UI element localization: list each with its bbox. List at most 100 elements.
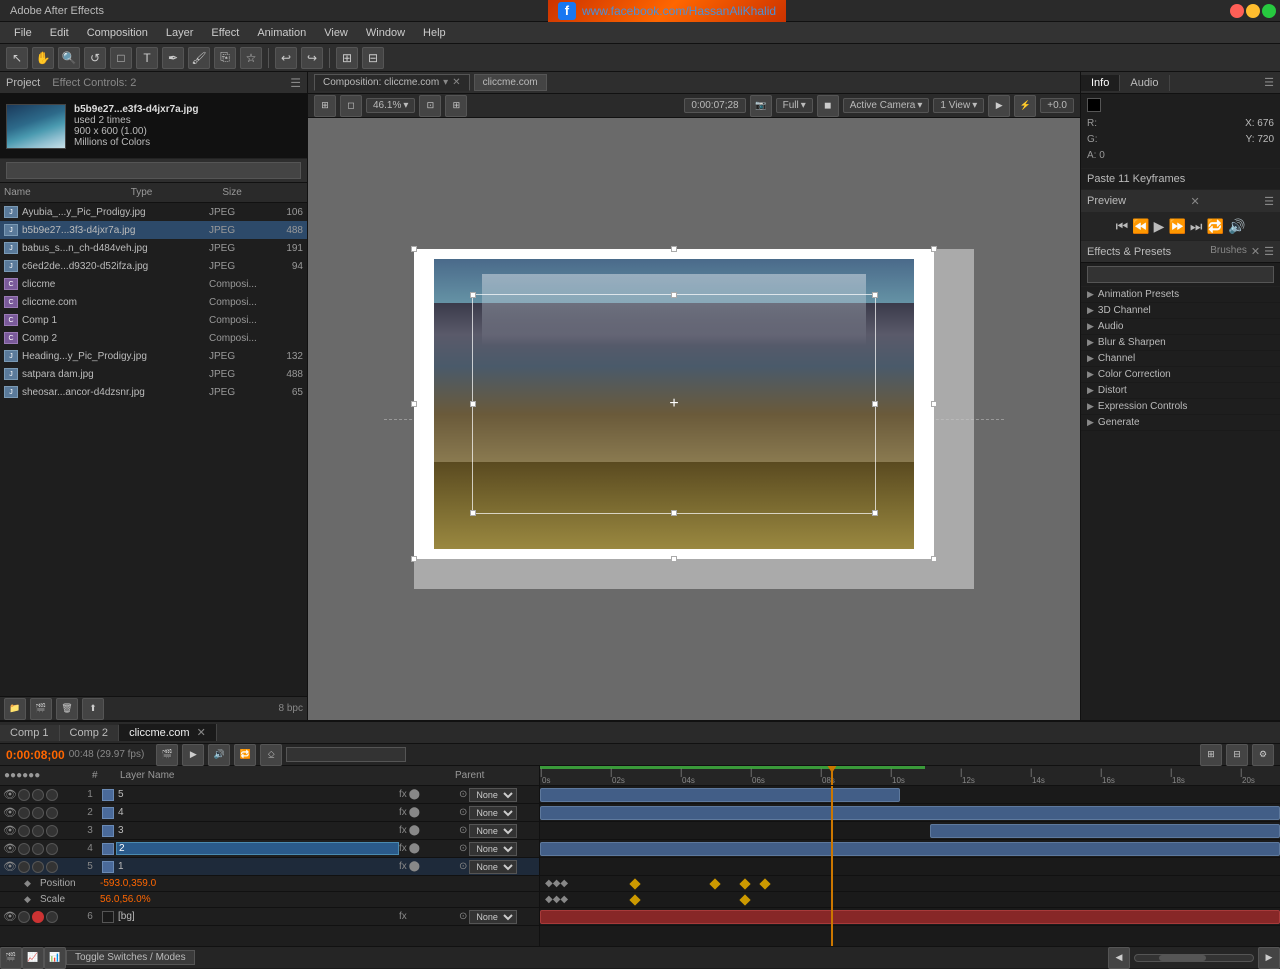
- audio-btn[interactable]: 🔊: [1228, 218, 1245, 235]
- tab-info[interactable]: Info: [1081, 75, 1120, 91]
- track-clip[interactable]: [540, 806, 1280, 820]
- timeline-cache-btn[interactable]: ⎐: [260, 744, 282, 766]
- collapse-btn[interactable]: [46, 861, 58, 873]
- layer-fx-btn[interactable]: fx: [399, 911, 407, 922]
- collapse-btn[interactable]: [46, 789, 58, 801]
- timeline-scroll-right[interactable]: ▶: [1258, 947, 1280, 969]
- redo-tool[interactable]: ↪: [301, 47, 323, 69]
- timeline-chart-btn[interactable]: 📈: [22, 947, 44, 969]
- solo-btn[interactable]: [18, 789, 30, 801]
- transparency-btn[interactable]: ◼: [817, 95, 839, 117]
- parent-select[interactable]: None: [469, 910, 517, 924]
- visibility-eye[interactable]: 👁: [4, 825, 16, 837]
- solo-btn[interactable]: [18, 843, 30, 855]
- menu-file[interactable]: File: [6, 25, 40, 41]
- layer-motion-btn[interactable]: ⬤: [409, 825, 420, 836]
- comp-tab[interactable]: Composition: cliccme.com ▾ ✕: [314, 74, 470, 91]
- new-folder-btn[interactable]: 📁: [4, 698, 26, 720]
- layer-name-input[interactable]: [116, 842, 399, 855]
- layer-row-bg[interactable]: 👁 6 [bg] fx ⊙ None: [0, 908, 539, 926]
- category-animation-presets[interactable]: ▶ Animation Presets: [1081, 287, 1280, 303]
- layer-row[interactable]: 👁 5 1 fx ⬤ ⊙ None: [0, 858, 539, 876]
- layer-fx-btn[interactable]: fx: [399, 807, 407, 818]
- visibility-eye[interactable]: 👁: [4, 843, 16, 855]
- category-blur-sharpen[interactable]: ▶ Blur & Sharpen: [1081, 335, 1280, 351]
- collapse-btn[interactable]: [46, 911, 58, 923]
- effects-search-input[interactable]: [1087, 266, 1274, 283]
- up-arrow-btn[interactable]: ⬆: [82, 698, 104, 720]
- viewer-mask-btn[interactable]: ◻: [340, 95, 362, 117]
- timeline-graph-btn[interactable]: 📊: [44, 947, 66, 969]
- track-clip[interactable]: [930, 824, 1280, 838]
- close-button[interactable]: [1230, 4, 1244, 18]
- category-generate[interactable]: ▶ Generate: [1081, 415, 1280, 431]
- menu-layer[interactable]: Layer: [158, 25, 202, 41]
- parent-select[interactable]: None: [469, 824, 517, 838]
- visibility-eye[interactable]: 👁: [4, 861, 16, 873]
- list-item[interactable]: C Comp 1 Composi...: [0, 311, 307, 329]
- zoom-tool[interactable]: 🔍: [58, 47, 80, 69]
- keyframe-diamond[interactable]: [709, 878, 720, 889]
- layer-motion-btn[interactable]: ⬤: [409, 807, 420, 818]
- comp-tab-close[interactable]: ✕: [452, 77, 460, 88]
- play-btn[interactable]: ▶: [1154, 218, 1165, 235]
- outer-handle-tr[interactable]: [931, 246, 937, 252]
- timeline-loop-btn[interactable]: 🔁: [234, 744, 256, 766]
- track-clip-bg[interactable]: [540, 910, 1280, 924]
- delete-btn[interactable]: 🗑: [56, 698, 78, 720]
- collapse-btn[interactable]: [46, 825, 58, 837]
- layer-motion-btn[interactable]: ⬤: [409, 861, 420, 872]
- draft-btn[interactable]: ⚡: [1014, 95, 1036, 117]
- project-search-input[interactable]: [6, 162, 301, 179]
- layer-fx-btn[interactable]: fx: [399, 843, 407, 854]
- outer-handle-tc[interactable]: [671, 246, 677, 252]
- kf-btn[interactable]: ◆◆◆: [545, 878, 568, 889]
- comp-dropdown-icon[interactable]: ▾: [443, 77, 448, 88]
- parent-select[interactable]: None: [469, 842, 517, 856]
- lock-btn[interactable]: [32, 825, 44, 837]
- timeline-comp-btn[interactable]: 🎬: [156, 744, 178, 766]
- puppet-tool[interactable]: ☆: [240, 47, 262, 69]
- layer-motion-btn[interactable]: ⬤: [409, 789, 420, 800]
- menu-edit[interactable]: Edit: [42, 25, 77, 41]
- snap-tool[interactable]: ⊞: [336, 47, 358, 69]
- list-item[interactable]: J sheosar...ancor-d4dzsnr.jpg JPEG 65: [0, 383, 307, 401]
- list-item[interactable]: C cliccme Composi...: [0, 275, 307, 293]
- list-item[interactable]: J c6ed2de...d9320-d52ifza.jpg JPEG 94: [0, 257, 307, 275]
- project-panel-menu[interactable]: ☰: [290, 76, 301, 90]
- paste-keyframes-btn[interactable]: Paste 11 Keyframes: [1081, 169, 1280, 190]
- text-tool[interactable]: T: [136, 47, 158, 69]
- brush-tool[interactable]: 🖌: [188, 47, 210, 69]
- timeline-tab-comp2[interactable]: Comp 2: [60, 725, 120, 741]
- keyframe-diamond[interactable]: [759, 878, 770, 889]
- layer-row[interactable]: 👁 1 5 fx ⬤ ⊙ None: [0, 786, 539, 804]
- timeline-audio-btn[interactable]: 🔊: [208, 744, 230, 766]
- outer-handle-tl[interactable]: [411, 246, 417, 252]
- effects-menu[interactable]: ☰: [1264, 245, 1274, 258]
- lock-btn[interactable]: [32, 911, 44, 923]
- step-back-btn[interactable]: ⏪: [1132, 218, 1149, 235]
- layer-row[interactable]: 👁 2 4 fx ⬤ ⊙ None: [0, 804, 539, 822]
- maximize-button[interactable]: [1262, 4, 1276, 18]
- track-clip[interactable]: [540, 788, 900, 802]
- layer-row[interactable]: 👁 3 3 fx ⬤ ⊙ None: [0, 822, 539, 840]
- lock-btn[interactable]: [32, 807, 44, 819]
- right-panel-menu[interactable]: ☰: [1258, 76, 1280, 89]
- align-tool[interactable]: ⊟: [362, 47, 384, 69]
- preview-close[interactable]: ✕: [1191, 195, 1200, 208]
- camera-select[interactable]: Active Camera▾: [843, 98, 930, 113]
- layer-row[interactable]: 👁 4 fx ⬤ ⊙ None: [0, 840, 539, 858]
- category-expression-controls[interactable]: ▶ Expression Controls: [1081, 399, 1280, 415]
- solo-btn[interactable]: [18, 861, 30, 873]
- lock-btn[interactable]: [32, 789, 44, 801]
- solo-btn[interactable]: [18, 825, 30, 837]
- timeline-new-comp[interactable]: 🎬: [0, 947, 22, 969]
- collapse-btn[interactable]: [46, 807, 58, 819]
- effects-close[interactable]: ✕: [1251, 245, 1260, 258]
- menu-animation[interactable]: Animation: [249, 25, 314, 41]
- fit-btn[interactable]: ⊡: [419, 95, 441, 117]
- timeline-tab-active[interactable]: cliccme.com ✕: [119, 724, 217, 741]
- composition-view[interactable]: +: [308, 118, 1080, 720]
- timeline-mode-btn[interactable]: ⊟: [1226, 744, 1248, 766]
- selection-tool[interactable]: ↖: [6, 47, 28, 69]
